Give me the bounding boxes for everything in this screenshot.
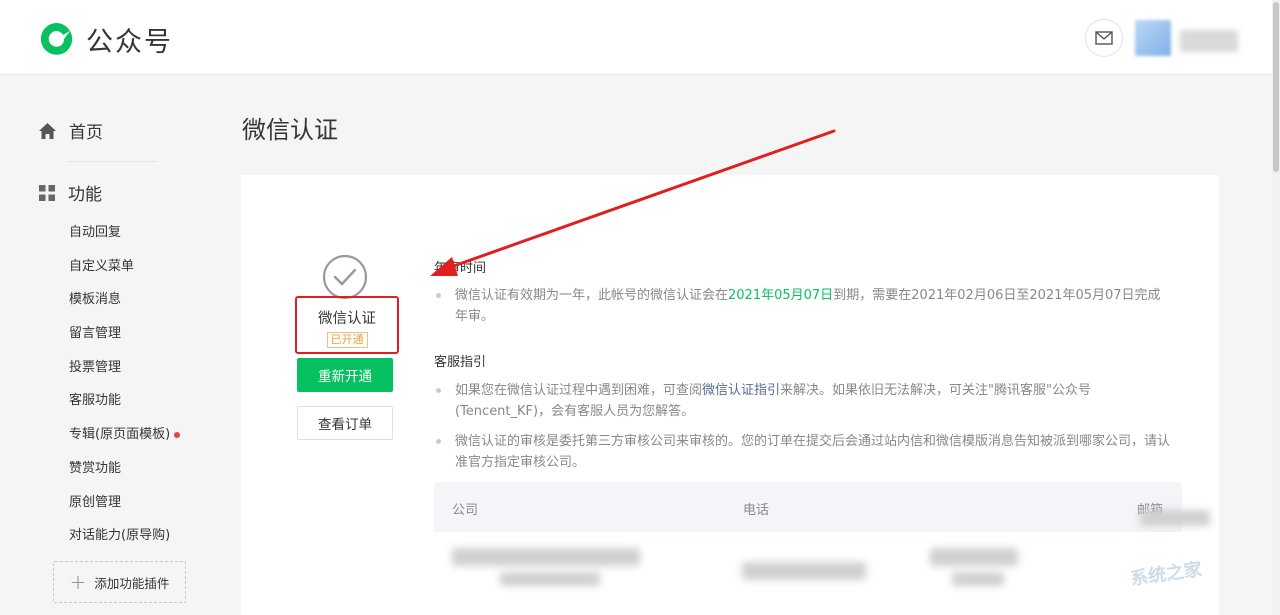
mail-icon bbox=[1095, 31, 1113, 45]
certification-status-box: 微信认证 已开通 bbox=[295, 296, 399, 354]
sidebar-item-album[interactable]: 专辑(原页面模板) bbox=[69, 418, 181, 452]
sidebar-item-comment-management[interactable]: 留言管理 bbox=[69, 317, 180, 351]
add-plugin-label: 添加功能插件 bbox=[94, 575, 170, 591]
cert-guide-link[interactable]: 微信认证指引 bbox=[702, 383, 780, 398]
mail-button[interactable] bbox=[1085, 19, 1123, 57]
avatar[interactable] bbox=[1135, 20, 1171, 56]
service-guide-text-1: 如果您在微信认证过程中遇到困难，可查阅微信认证指引来解决。如果依旧无法解决，可关… bbox=[436, 380, 1170, 422]
sidebar-home[interactable]: 首页 bbox=[38, 118, 103, 143]
annual-review-title: 年审时间 bbox=[434, 261, 487, 276]
sidebar-function-label: 功能 bbox=[68, 185, 102, 205]
column-company: 公司 bbox=[452, 503, 479, 518]
page-title: 微信认证 bbox=[242, 116, 338, 144]
sidebar-item-customer-service[interactable]: 客服功能 bbox=[69, 384, 180, 418]
sidebar-item-dialog-capability[interactable]: 对话能力(原导购) bbox=[69, 519, 180, 553]
status-badge: 已开通 bbox=[326, 332, 368, 348]
column-phone: 电话 bbox=[743, 503, 770, 518]
expire-date: 2021年05月07日 bbox=[728, 288, 834, 303]
check-circle-icon bbox=[322, 254, 368, 300]
home-icon bbox=[39, 122, 56, 139]
sidebar-item-template-message[interactable]: 模板消息 bbox=[69, 283, 180, 317]
logo[interactable]: 公众号 bbox=[36, 19, 173, 59]
grid-icon bbox=[39, 184, 55, 201]
renew-button[interactable]: 重新开通 bbox=[297, 358, 393, 392]
sidebar-item-custom-menu[interactable]: 自定义菜单 bbox=[69, 250, 180, 284]
table-header: 公司 电话 邮箱 bbox=[434, 482, 1182, 532]
new-badge-dot bbox=[174, 431, 181, 438]
certification-name: 微信认证 bbox=[318, 311, 376, 327]
scrollbar-thumb[interactable] bbox=[1273, 2, 1279, 172]
view-order-button[interactable]: 查看订单 bbox=[297, 406, 393, 440]
wechat-official-logo-icon bbox=[40, 22, 73, 55]
table-row bbox=[952, 572, 1004, 586]
plus-icon: + bbox=[69, 570, 87, 594]
annual-review-text: 微信认证有效期为一年，此帐号的微信认证会在2021年05月07日到期，需要在20… bbox=[436, 285, 1170, 327]
sidebar-menu: 自动回复 自定义菜单 模板消息 留言管理 投票管理 客服功能 专辑(原页面模板)… bbox=[69, 216, 181, 553]
table-row bbox=[452, 548, 640, 566]
table-row bbox=[1140, 510, 1210, 526]
table-row bbox=[742, 562, 866, 580]
account-name[interactable] bbox=[1180, 30, 1238, 52]
sidebar-item-reward[interactable]: 赞赏功能 bbox=[69, 452, 180, 486]
sidebar-function-header: 功能 bbox=[38, 180, 102, 205]
sidebar-home-label: 首页 bbox=[69, 123, 103, 143]
add-plugin-button[interactable]: + 添加功能插件 bbox=[53, 561, 186, 603]
sidebar-divider bbox=[68, 161, 158, 162]
service-guide-text-2: 微信认证的审核是委托第三方审核公司来审核的。您的订单在提交后会通过站内信和微信模… bbox=[436, 431, 1180, 473]
top-header: 公众号 bbox=[0, 0, 1272, 75]
table-row bbox=[930, 548, 1018, 566]
sidebar-item-original[interactable]: 原创管理 bbox=[69, 486, 180, 520]
service-guide-title: 客服指引 bbox=[434, 355, 487, 370]
sidebar-item-auto-reply[interactable]: 自动回复 bbox=[69, 216, 180, 250]
logo-text: 公众号 bbox=[86, 26, 173, 58]
sidebar-item-vote-management[interactable]: 投票管理 bbox=[69, 351, 180, 385]
table-row bbox=[500, 572, 600, 586]
